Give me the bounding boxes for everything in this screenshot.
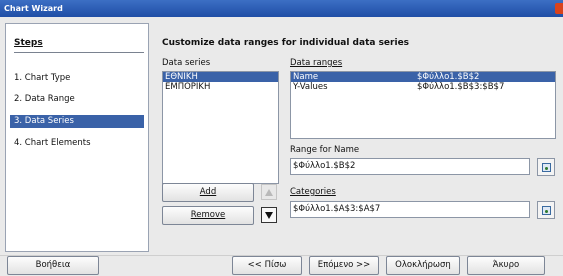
categories-label: Categories bbox=[290, 187, 336, 197]
data-range-value: $Φύλλο1.$B$2 bbox=[417, 72, 480, 82]
cancel-button[interactable]: Άκυρο bbox=[467, 256, 545, 275]
select-range-button[interactable] bbox=[537, 158, 555, 176]
data-ranges-label: Data ranges bbox=[290, 58, 342, 68]
select-categories-button[interactable] bbox=[537, 201, 555, 219]
close-icon[interactable] bbox=[555, 3, 563, 14]
data-range-name: Y-Values bbox=[293, 82, 328, 92]
window-title: Chart Wizard bbox=[4, 4, 63, 13]
data-ranges-label-text: Data ranges bbox=[290, 58, 343, 68]
select-range-icon bbox=[542, 206, 551, 215]
data-series-item[interactable]: ΕΘΝΙΚΗ bbox=[163, 72, 278, 82]
arrow-up-icon bbox=[265, 189, 273, 196]
step-chart-elements[interactable]: 4. Chart Elements bbox=[10, 137, 144, 150]
finish-button[interactable]: Ολοκλήρωση bbox=[386, 256, 460, 275]
range-for-name-label: Range for Name bbox=[290, 145, 360, 155]
step-data-range[interactable]: 2. Data Range bbox=[10, 93, 144, 106]
window-title-bar: Chart Wizard bbox=[0, 0, 563, 17]
data-range-row[interactable]: Name $Φύλλο1.$B$2 bbox=[291, 72, 555, 82]
step-data-series[interactable]: 3. Data Series bbox=[10, 115, 144, 128]
data-series-list[interactable]: ΕΘΝΙΚΗ ΕΜΠΟΡΙΚΗ bbox=[162, 71, 279, 184]
move-up-button[interactable] bbox=[261, 184, 277, 200]
add-button[interactable]: Add bbox=[162, 183, 254, 202]
footer-bar: Βοήθεια << Πίσω Επόμενο >> Ολοκλήρωση Άκ… bbox=[0, 255, 563, 276]
select-range-icon bbox=[542, 163, 551, 172]
categories-label-text: Categories bbox=[290, 187, 336, 197]
range-for-name-input[interactable]: $Φύλλο1.$B$2 bbox=[290, 158, 530, 175]
add-button-label: Add bbox=[199, 187, 217, 197]
chart-wizard-dialog: Steps 1. Chart Type 2. Data Range 3. Dat… bbox=[0, 17, 563, 276]
data-range-value: $Φύλλο1.$B$3:$B$7 bbox=[417, 82, 505, 92]
next-button[interactable]: Επόμενο >> bbox=[309, 256, 379, 275]
categories-input[interactable]: $Φύλλο1.$A$3:$A$7 bbox=[290, 201, 530, 218]
data-series-item[interactable]: ΕΜΠΟΡΙΚΗ bbox=[163, 82, 278, 92]
data-range-name: Name bbox=[293, 72, 319, 82]
data-range-row[interactable]: Y-Values $Φύλλο1.$B$3:$B$7 bbox=[291, 82, 555, 92]
data-series-label: Data series bbox=[162, 58, 210, 68]
steps-panel: Steps 1. Chart Type 2. Data Range 3. Dat… bbox=[5, 23, 149, 252]
move-down-button[interactable] bbox=[261, 207, 277, 223]
remove-button-label: Remove bbox=[190, 210, 226, 220]
arrow-down-icon bbox=[265, 212, 273, 219]
page-title: Customize data ranges for individual dat… bbox=[162, 38, 410, 48]
data-series-label-text: Data series bbox=[162, 58, 211, 68]
steps-divider bbox=[14, 52, 144, 53]
back-button[interactable]: << Πίσω bbox=[232, 256, 302, 275]
remove-button[interactable]: Remove bbox=[162, 206, 254, 225]
data-ranges-list[interactable]: Name $Φύλλο1.$B$2 Y-Values $Φύλλο1.$B$3:… bbox=[290, 71, 556, 139]
steps-heading: Steps bbox=[14, 38, 43, 48]
step-chart-type[interactable]: 1. Chart Type bbox=[10, 72, 144, 85]
help-button[interactable]: Βοήθεια bbox=[7, 256, 99, 275]
